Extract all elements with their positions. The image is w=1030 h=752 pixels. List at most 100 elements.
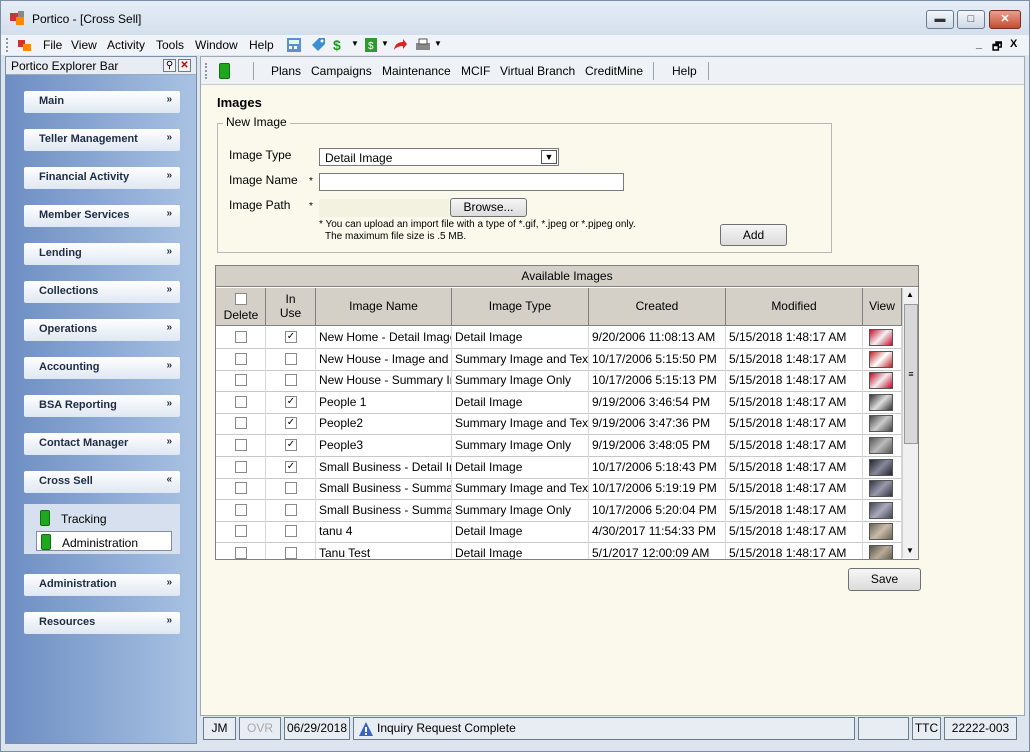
grid-scrollbar[interactable]: ▲ ≡ ▼ — [902, 288, 918, 558]
table-row[interactable]: ✓ People3 Summary Image Only 9/19/2006 3:48… — [216, 435, 902, 457]
image-thumbnail[interactable] — [869, 523, 893, 541]
section-bsa-reporting[interactable]: BSA Reporting » — [24, 395, 180, 417]
table-row[interactable]: New House - Image and TextSummary Image … — [216, 348, 902, 371]
section-lending[interactable]: Lending » — [24, 243, 180, 265]
close-button[interactable]: ✕ — [989, 10, 1021, 29]
browse-button[interactable]: Browse... — [450, 198, 527, 217]
nav-virtual-branch[interactable]: Virtual Branch — [500, 64, 575, 78]
select-all-checkbox[interactable] — [235, 293, 247, 305]
delete-checkbox[interactable] — [235, 439, 247, 451]
image-type-select[interactable]: Detail Image ▼ — [319, 148, 559, 166]
col-modified[interactable]: Modified — [726, 288, 863, 326]
section-collections[interactable]: Collections » — [24, 281, 180, 303]
image-thumbnail[interactable] — [869, 545, 893, 559]
redo-arrow-icon[interactable] — [392, 37, 408, 53]
menu-window[interactable]: Window — [195, 38, 238, 52]
col-view[interactable]: View — [863, 288, 902, 326]
menu-view[interactable]: View — [71, 38, 97, 52]
in-use-checkbox[interactable] — [285, 482, 297, 495]
section-financial-activity[interactable]: Financial Activity » — [24, 167, 180, 189]
section-main[interactable]: Main » — [24, 91, 180, 113]
minimize-button[interactable]: ▬ — [926, 10, 954, 29]
cash-icon[interactable]: $ — [363, 37, 379, 53]
image-path-field[interactable] — [319, 199, 449, 217]
delete-checkbox[interactable] — [235, 503, 247, 516]
table-row[interactable]: Small Business - Summary Image and TextS… — [216, 478, 902, 501]
section-accounting[interactable]: Accounting » — [24, 357, 180, 379]
delete-checkbox[interactable] — [235, 482, 247, 495]
table-row[interactable]: ✓ New Home - Detail Image Detail Image 9/20… — [216, 327, 902, 349]
section-resources[interactable]: Resources » — [24, 612, 180, 634]
maximize-button[interactable]: □ — [957, 10, 985, 29]
image-thumbnail[interactable] — [869, 458, 893, 476]
mdi-minimize-icon[interactable]: _ — [976, 38, 982, 50]
table-row[interactable]: ✓ People2 Summary Image and Text 9/19/2006 … — [216, 413, 902, 436]
in-use-checkbox[interactable]: ✓ — [285, 417, 297, 430]
image-thumbnail[interactable] — [869, 372, 893, 390]
nav-campaigns[interactable]: Campaigns — [311, 64, 372, 78]
table-row[interactable]: New House - Summary ImageSummary Image O… — [216, 370, 902, 393]
image-thumbnail[interactable] — [869, 437, 893, 454]
in-use-checkbox[interactable]: ✓ — [285, 395, 297, 408]
delete-checkbox[interactable] — [235, 525, 247, 538]
image-thumbnail[interactable] — [869, 415, 893, 433]
scroll-up-icon[interactable]: ▲ — [906, 290, 914, 299]
in-use-checkbox[interactable] — [285, 525, 297, 538]
add-button[interactable]: Add — [720, 224, 787, 246]
nav-plans[interactable]: Plans — [271, 64, 301, 78]
navbar-grip[interactable] — [205, 63, 207, 79]
nav-mcif[interactable]: MCIF — [461, 64, 490, 78]
nav-help[interactable]: Help — [672, 64, 697, 78]
mdi-restore-icon[interactable]: 🗗 — [992, 38, 1002, 57]
explorer-close-icon[interactable]: ✕ — [178, 59, 191, 72]
delete-checkbox[interactable] — [235, 460, 247, 473]
col-delete[interactable]: Delete — [216, 288, 266, 326]
section-operations[interactable]: Operations » — [24, 319, 180, 341]
image-name-field[interactable] — [319, 173, 624, 191]
printer-icon[interactable] — [415, 37, 431, 53]
delete-checkbox[interactable] — [235, 374, 247, 387]
scroll-down-icon[interactable]: ▼ — [906, 546, 914, 555]
nav-maintenance[interactable]: Maintenance — [382, 64, 451, 78]
scroll-thumb[interactable]: ≡ — [904, 304, 918, 444]
mdi-close-icon[interactable]: X — [1010, 38, 1017, 50]
section-contact-manager[interactable]: Contact Manager » — [24, 433, 180, 455]
in-use-checkbox[interactable] — [285, 547, 297, 559]
image-thumbnail[interactable] — [869, 393, 893, 411]
in-use-checkbox[interactable]: ✓ — [285, 331, 297, 343]
menu-tools[interactable]: Tools — [156, 38, 184, 52]
menu-activity[interactable]: Activity — [107, 38, 145, 52]
col-image-name[interactable]: Image Name — [316, 288, 452, 326]
in-use-checkbox[interactable]: ✓ — [285, 460, 297, 473]
dollar-icon[interactable]: $ — [333, 37, 349, 53]
menu-help[interactable]: Help — [249, 38, 274, 52]
image-thumbnail[interactable] — [869, 350, 893, 368]
section-member-services[interactable]: Member Services » — [24, 205, 180, 227]
section-cross-sell[interactable]: Cross Sell « — [24, 471, 180, 493]
delete-checkbox[interactable] — [235, 352, 247, 365]
delete-checkbox[interactable] — [235, 417, 247, 430]
in-use-checkbox[interactable] — [285, 374, 297, 387]
menubar-grip[interactable] — [6, 38, 8, 52]
table-row[interactable]: ✓ People 1 Detail Image 9/19/2006 3:46:54 P… — [216, 391, 902, 414]
table-row[interactable]: Small Business - Summary ImageSummary Im… — [216, 499, 902, 522]
section-administration[interactable]: Administration » — [24, 574, 180, 596]
cash-dropdown-icon[interactable]: ▼ — [381, 39, 389, 48]
nav-creditmine[interactable]: CreditMine — [585, 64, 643, 78]
cross-sell-item-administration[interactable]: Administration — [36, 531, 172, 551]
col-in-use[interactable]: In Use — [266, 288, 316, 326]
image-thumbnail[interactable] — [869, 501, 893, 519]
pin-icon[interactable]: ⚲ — [163, 59, 176, 72]
table-row[interactable]: Tanu Test Detail Image 5/1/2017 12:00:09 A… — [216, 543, 902, 559]
table-row[interactable]: ✓ Small Business - Detail ImageDetail Ima… — [216, 456, 902, 479]
col-created[interactable]: Created — [589, 288, 726, 326]
cross-sell-item-tracking[interactable]: Tracking — [36, 508, 172, 528]
calculator-icon[interactable] — [286, 37, 302, 53]
section-teller-management[interactable]: Teller Management » — [24, 129, 180, 151]
printer-dropdown-icon[interactable]: ▼ — [434, 39, 442, 48]
save-button[interactable]: Save — [848, 568, 921, 591]
table-row[interactable]: tanu 4 Detail Image 4/30/2017 11:54:33 PM 5… — [216, 521, 902, 544]
in-use-checkbox[interactable]: ✓ — [285, 439, 297, 451]
dollar-dropdown-icon[interactable]: ▼ — [351, 39, 359, 48]
image-thumbnail[interactable] — [869, 480, 893, 498]
